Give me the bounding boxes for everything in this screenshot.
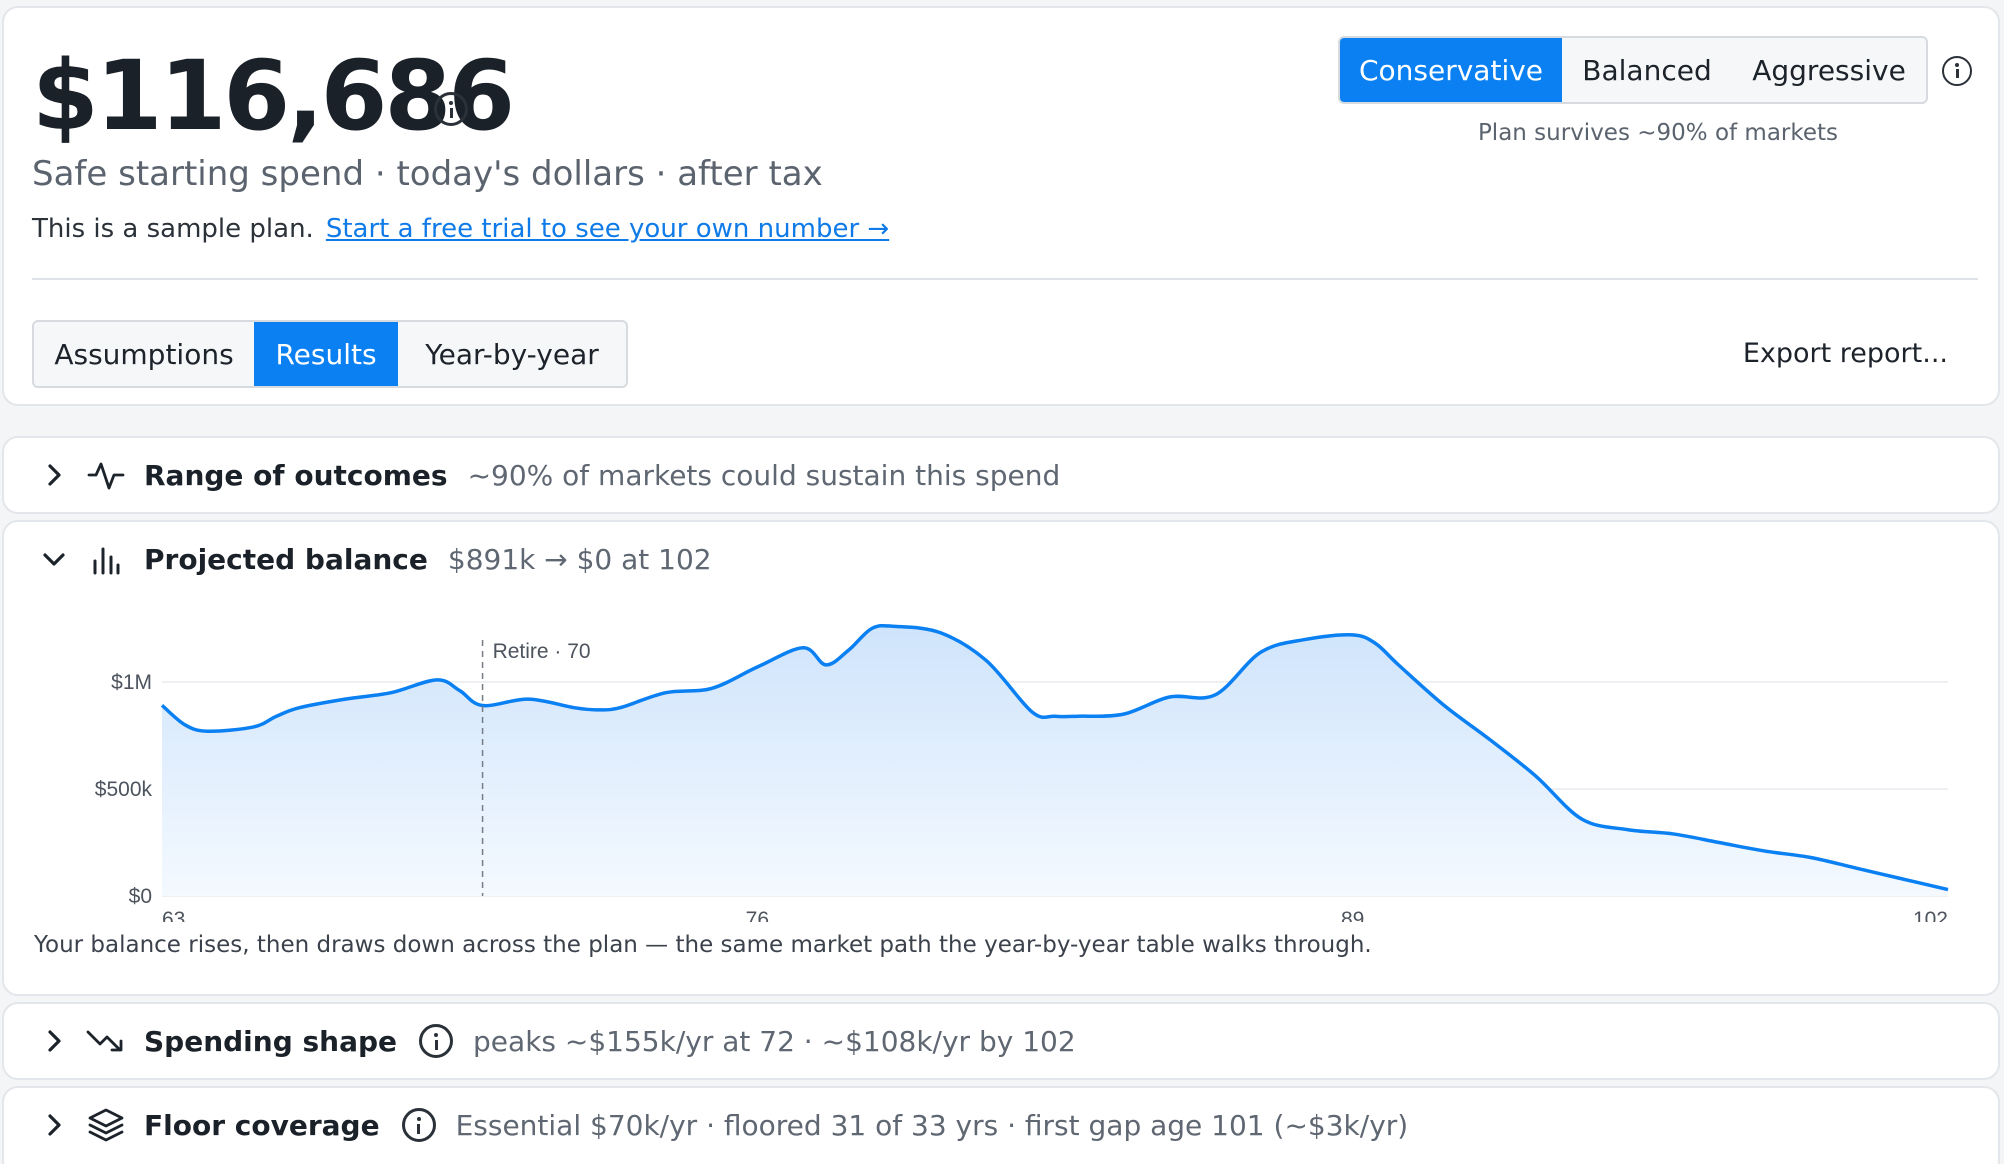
- section-title: Projected balance: [144, 542, 428, 576]
- chevron-right-icon[interactable]: [40, 461, 68, 489]
- section-header[interactable]: Spending shape peaks ~$155k/yr at 72 · ~…: [4, 1004, 1076, 1078]
- sample-plan-notice: This is a sample plan. Start a free trial…: [32, 214, 889, 244]
- risk-info-icon[interactable]: [1942, 56, 1972, 86]
- section-title: Floor coverage: [144, 1108, 380, 1142]
- section-range-of-outcomes: Range of outcomes ~90% of markets could …: [2, 436, 2000, 514]
- info-icon[interactable]: [434, 92, 468, 126]
- chart-caption: Your balance rises, then draws down acro…: [34, 932, 1372, 958]
- tab-assumptions[interactable]: Assumptions: [34, 322, 254, 386]
- chevron-right-icon[interactable]: [40, 1027, 68, 1055]
- section-summary: ~90% of markets could sustain this spend: [467, 458, 1061, 492]
- free-trial-link[interactable]: Start a free trial to see your own numbe…: [326, 214, 889, 244]
- spending-info-icon[interactable]: [419, 1024, 454, 1058]
- section-summary: Essential $70k/yr · floored 31 of 33 yrs…: [455, 1108, 1409, 1142]
- floor-info-icon[interactable]: [401, 1108, 436, 1142]
- retire-annotation-label: Retire · 70: [493, 640, 591, 663]
- trending-down-icon: [86, 1030, 123, 1052]
- divider: [32, 278, 1978, 280]
- risk-option-conservative[interactable]: Conservative: [1340, 38, 1562, 102]
- safe-spend-subtitle: Safe starting spend · today's dollars · …: [32, 154, 823, 194]
- section-summary: $891k → $0 at 102: [447, 542, 712, 576]
- section-spending-shape: Spending shape peaks ~$155k/yr at 72 · ~…: [2, 1002, 2000, 1080]
- view-tabs: Assumptions Results Year-by-year: [32, 320, 628, 388]
- x-tick-label: 102: [1913, 908, 1948, 922]
- balance-chart: $0 $500k $1M Retire · 70 63 76 89 102: [4, 602, 2002, 931]
- activity-icon: [87, 462, 125, 490]
- chevron-right-icon[interactable]: [40, 1111, 68, 1139]
- section-projected-balance: Projected balance $891k → $0 at 102 $0 $5…: [2, 520, 2000, 996]
- layers-icon: [88, 1108, 124, 1142]
- summary-card: $116,686 Safe starting spend · today's d…: [2, 6, 2000, 406]
- y-tick-label: $0: [129, 885, 152, 908]
- sample-plan-text: This is a sample plan.: [32, 214, 314, 244]
- chevron-down-icon[interactable]: [40, 545, 68, 573]
- risk-option-aggressive[interactable]: Aggressive: [1732, 38, 1926, 102]
- section-floor-coverage: Floor coverage Essential $70k/yr · floor…: [2, 1086, 2000, 1164]
- section-title: Spending shape: [144, 1024, 398, 1058]
- tab-results[interactable]: Results: [254, 322, 398, 386]
- plan-survival-text: Plan survives ~90% of markets: [1477, 120, 1839, 146]
- x-tick-label: 89: [1341, 908, 1364, 922]
- risk-option-balanced[interactable]: Balanced: [1562, 38, 1732, 102]
- x-tick-label: 63: [162, 908, 185, 922]
- balance-area: [162, 625, 1948, 896]
- x-tick-label: 76: [746, 908, 769, 922]
- section-header[interactable]: Range of outcomes ~90% of markets could …: [4, 438, 1060, 512]
- risk-profile-selector: Conservative Balanced Aggressive: [1338, 36, 1928, 104]
- section-header[interactable]: Floor coverage Essential $70k/yr · floor…: [4, 1088, 1408, 1162]
- tab-year-by-year[interactable]: Year-by-year: [398, 322, 626, 386]
- balance-chart-svg: $0 $500k $1M Retire · 70 63 76 89 102: [95, 623, 1949, 931]
- section-header[interactable]: Projected balance $891k → $0 at 102: [4, 522, 712, 596]
- section-title: Range of outcomes: [144, 458, 448, 492]
- bar-chart-icon: [93, 547, 120, 575]
- y-tick-label: $500k: [95, 778, 153, 801]
- section-summary: peaks ~$155k/yr at 72 · ~$108k/yr by 102: [473, 1024, 1076, 1058]
- export-report-button[interactable]: Export report...: [1743, 338, 1948, 369]
- y-tick-label: $1M: [111, 671, 152, 694]
